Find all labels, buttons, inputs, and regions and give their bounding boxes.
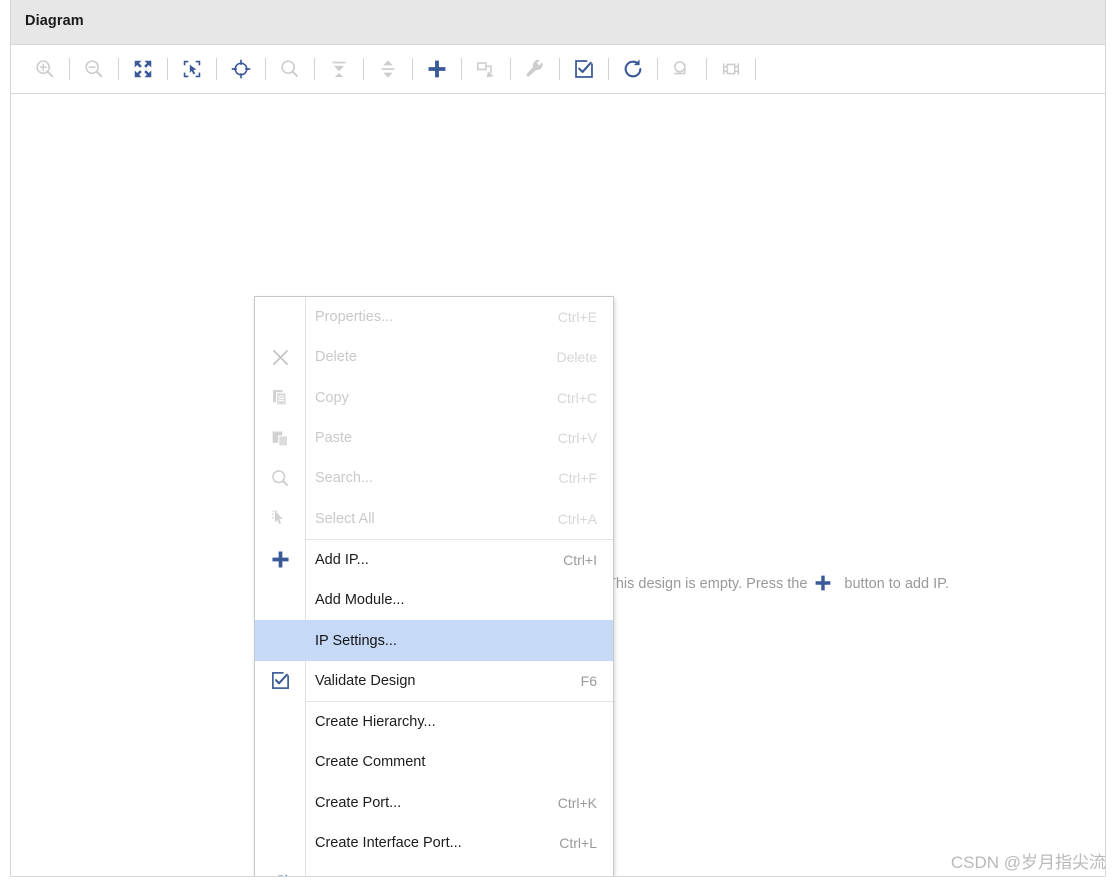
menu-item-label: Validate Design bbox=[315, 672, 416, 689]
toolbar-separator bbox=[69, 58, 70, 80]
diagram-panel: Diagram This design is empty. Press the … bbox=[10, 0, 1106, 877]
menu-item-label: IP Settings... bbox=[315, 632, 397, 649]
plus-icon bbox=[813, 573, 833, 597]
menu-item-copy: Copy Ctrl+C bbox=[255, 378, 613, 418]
menu-item-regenerate-layout[interactable]: Regenerate Layout bbox=[255, 863, 613, 876]
menu-item-label: Properties... bbox=[315, 309, 394, 326]
menu-item-label: Search... bbox=[315, 470, 374, 487]
menu-item-paste: Paste Ctrl+V bbox=[255, 418, 613, 458]
toolbar-separator bbox=[314, 58, 315, 80]
menu-item-accelerator: Ctrl+E bbox=[557, 309, 597, 326]
menu-item-accelerator: Delete bbox=[556, 349, 597, 366]
toolbar-separator bbox=[657, 58, 658, 80]
menu-item-accelerator: Ctrl+C bbox=[556, 389, 597, 406]
menu-item-accelerator: Ctrl+A bbox=[557, 510, 597, 527]
menu-item-label: Delete bbox=[315, 349, 357, 366]
menu-item-label: Copy bbox=[315, 389, 349, 406]
search-icon bbox=[255, 468, 305, 489]
menu-item-label: Add Module... bbox=[315, 592, 405, 609]
delete-x-icon bbox=[255, 347, 305, 368]
menu-item-create-comment[interactable]: Create Comment bbox=[255, 742, 613, 782]
toolbar-separator bbox=[755, 58, 756, 80]
plus-icon bbox=[255, 549, 305, 570]
toolbar-separator bbox=[706, 58, 707, 80]
menu-item-label: Select All bbox=[315, 510, 375, 527]
validate-check-icon bbox=[255, 670, 305, 691]
regenerate-layout-icon[interactable] bbox=[613, 50, 653, 88]
paste-icon bbox=[255, 428, 305, 449]
wrench-icon bbox=[515, 50, 555, 88]
menu-item-ip-settings[interactable]: IP Settings... bbox=[255, 620, 613, 661]
chip-pins-icon bbox=[711, 50, 751, 88]
diagram-canvas[interactable]: This design is empty. Press the button t… bbox=[11, 94, 1105, 876]
zoom-in-icon bbox=[25, 50, 65, 88]
page-title: Diagram bbox=[25, 13, 84, 29]
collapse-all-icon bbox=[319, 50, 359, 88]
fit-to-screen-icon[interactable] bbox=[123, 50, 163, 88]
menu-item-add-module[interactable]: Add Module... bbox=[255, 580, 613, 620]
menu-item-label: Add IP... bbox=[315, 551, 369, 568]
menu-item-label: Create Hierarchy... bbox=[315, 714, 436, 731]
select-all-cursor-icon bbox=[255, 508, 305, 529]
menu-item-create-interface-port[interactable]: Create Interface Port... Ctrl+L bbox=[255, 823, 613, 863]
panel-titlebar: Diagram bbox=[11, 0, 1105, 45]
context-menu[interactable]: Properties... Ctrl+E Delete Delete Copy Ctrl+… bbox=[254, 296, 614, 876]
toolbar-separator bbox=[363, 58, 364, 80]
menu-item-label: Create Comment bbox=[315, 754, 426, 771]
menu-item-accelerator: Ctrl+K bbox=[557, 794, 597, 811]
validate-check-icon[interactable] bbox=[564, 50, 604, 88]
menu-item-select-all: Select All Ctrl+A bbox=[255, 498, 613, 538]
menu-item-properties: Properties... Ctrl+E bbox=[255, 297, 613, 337]
copy-icon bbox=[255, 387, 305, 408]
menu-item-add-ip[interactable]: Add IP... Ctrl+I bbox=[255, 540, 613, 580]
toolbar-separator bbox=[167, 58, 168, 80]
empty-design-message: This design is empty. Press the button t… bbox=[607, 572, 949, 596]
menu-item-accelerator: Ctrl+L bbox=[559, 835, 597, 851]
toolbar-separator bbox=[265, 58, 266, 80]
expand-all-icon bbox=[368, 50, 408, 88]
toolbar-separator bbox=[510, 58, 511, 80]
crosshair-target-icon[interactable] bbox=[221, 50, 261, 88]
toolbar-separator bbox=[461, 58, 462, 80]
menu-item-label: Create Interface Port... bbox=[315, 835, 462, 851]
toolbar-separator bbox=[118, 58, 119, 80]
empty-message-text-after: button to add IP. bbox=[844, 576, 949, 592]
menu-item-search: Search... Ctrl+F bbox=[255, 458, 613, 498]
toolbar-separator bbox=[412, 58, 413, 80]
menu-item-create-port[interactable]: Create Port... Ctrl+K bbox=[255, 783, 613, 823]
connect-block-icon bbox=[466, 50, 506, 88]
menu-item-label: Paste bbox=[315, 430, 353, 447]
menu-item-validate-design[interactable]: Validate Design F6 bbox=[255, 661, 613, 701]
menu-item-delete: Delete Delete bbox=[255, 337, 613, 377]
optimize-routing-icon bbox=[662, 50, 702, 88]
menu-item-create-hierarchy[interactable]: Create Hierarchy... bbox=[255, 702, 613, 742]
menu-item-label: Create Port... bbox=[315, 794, 402, 811]
plus-icon[interactable] bbox=[417, 50, 457, 88]
menu-item-label: Regenerate Layout bbox=[305, 875, 597, 876]
menu-item-accelerator: Ctrl+F bbox=[558, 470, 598, 487]
diagram-toolbar bbox=[11, 45, 1105, 94]
regenerate-layout-icon bbox=[255, 873, 305, 876]
marquee-select-icon[interactable] bbox=[172, 50, 212, 88]
search-icon bbox=[270, 50, 310, 88]
toolbar-separator bbox=[608, 58, 609, 80]
toolbar-separator bbox=[216, 58, 217, 80]
watermark: CSDN @岁月指尖流 bbox=[950, 853, 1106, 872]
menu-item-accelerator: Ctrl+I bbox=[563, 551, 597, 568]
menu-item-accelerator: Ctrl+V bbox=[557, 430, 597, 447]
menu-item-accelerator: F6 bbox=[580, 672, 597, 689]
toolbar-separator bbox=[559, 58, 560, 80]
zoom-out-icon bbox=[74, 50, 114, 88]
empty-message-text-before: This design is empty. Press the bbox=[607, 576, 808, 592]
